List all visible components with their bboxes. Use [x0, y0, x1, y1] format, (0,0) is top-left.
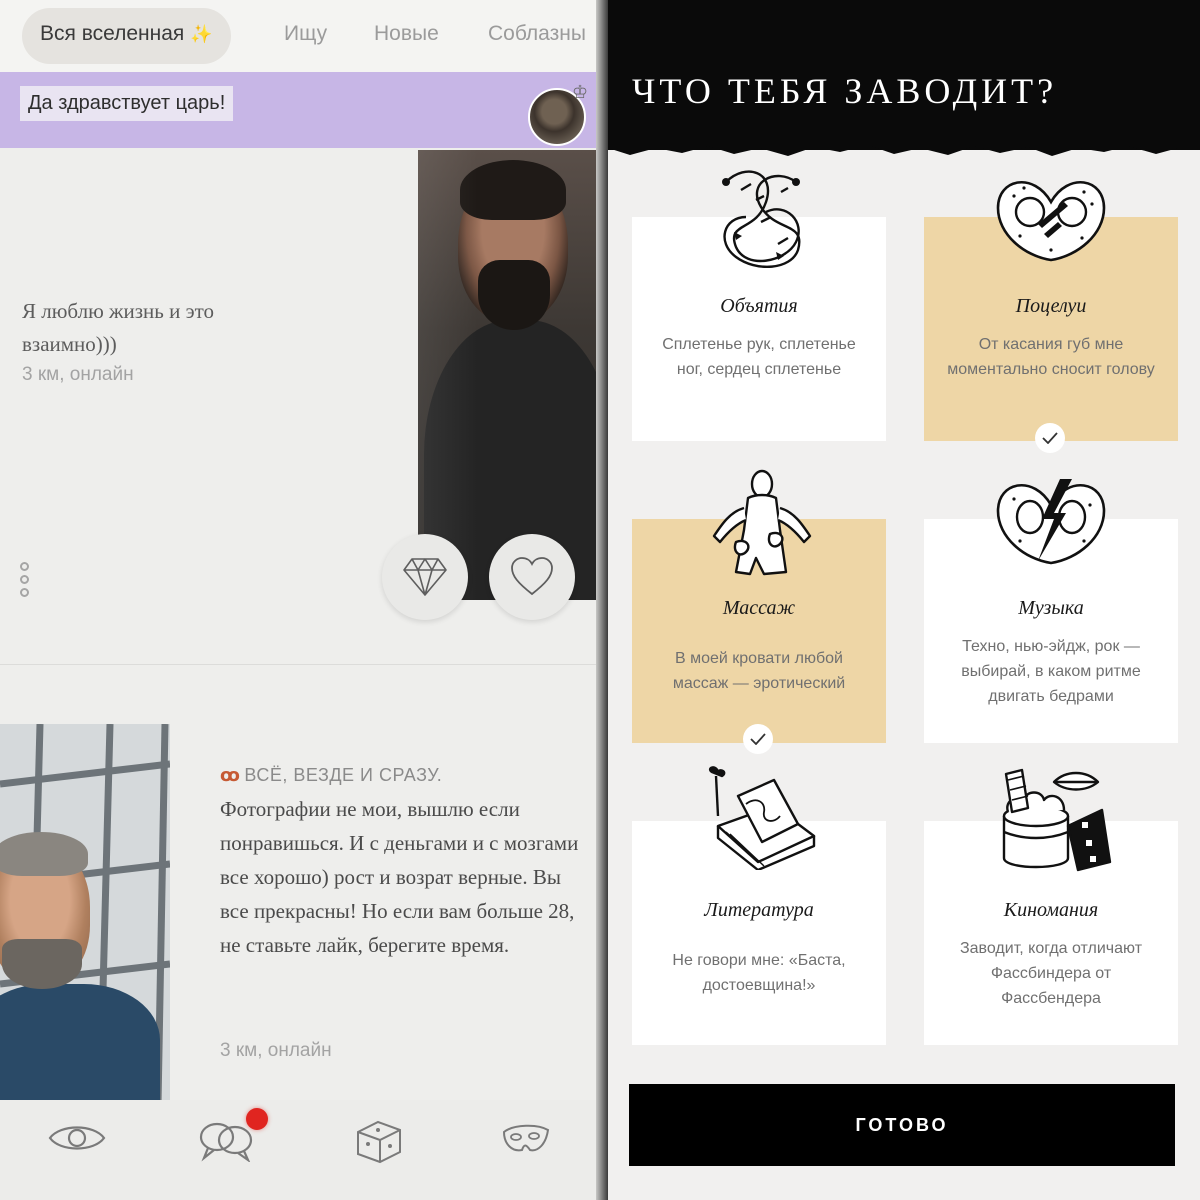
card-description: В моей кровати любой массаж — эротически… — [672, 650, 846, 692]
torn-edge — [608, 136, 1200, 156]
comet-icon: ✨ — [190, 24, 213, 44]
massage-figure-icon — [712, 469, 812, 576]
bottom-navigation — [0, 1100, 604, 1200]
card-description: Заводит, когда отличают Фассбиндера от Ф… — [959, 940, 1143, 1007]
card-title: Поцелуи — [1015, 295, 1087, 317]
checkmark-icon — [1035, 423, 1065, 453]
pretzel-icon — [996, 180, 1106, 262]
crown-icon: ♔ — [572, 82, 589, 102]
chat-bubbles-icon[interactable] — [198, 1120, 254, 1162]
profile-description: Я люблю жизнь и это взаимно))) — [22, 299, 215, 356]
book-icon — [708, 766, 816, 870]
profile-distance-status: 3 км, онлайн — [220, 1040, 332, 1061]
intertwined-snakes-icon — [722, 170, 801, 268]
profile-distance-status: 3 км, онлайн — [22, 364, 134, 385]
promo-banner[interactable]: Да здравствует царь! — [0, 72, 604, 148]
pretzel-icon: ꝏ — [220, 765, 241, 785]
card-description: Не говори мне: «Баста, достоевщина!» — [672, 952, 846, 994]
heart-icon — [511, 557, 553, 596]
pretzel-lightning-icon — [996, 479, 1106, 565]
card-title: Киномания — [1003, 899, 1099, 921]
phone-edge — [596, 0, 608, 1200]
card-title: Литература — [704, 899, 814, 921]
super-like-button[interactable] — [382, 534, 468, 620]
profile-description: ꝏ ВСЁ, ВЕЗДЕ И СРАЗУ. Фотографии не мои, … — [220, 765, 590, 962]
done-button[interactable]: ГОТОВО — [629, 1084, 1175, 1166]
checkmark-icon — [743, 724, 773, 754]
interests-screen: ЧТО ТЕБЯ ЗАВОДИТ? Объятия Сплетенье рук,… — [608, 0, 1200, 1200]
profile-heading: ВСЁ, ВЕЗДЕ И СРАЗУ. — [244, 765, 443, 785]
card-description: От касания губ мне моментально сносит го… — [947, 336, 1155, 378]
notification-badge — [246, 1108, 268, 1130]
tab-all-universe[interactable]: Вся вселенная ✨ — [22, 8, 231, 64]
card-title: Объятия — [720, 295, 798, 317]
feed-tabs: Вся вселенная ✨ Ищу Новые Соблазны — [0, 0, 604, 72]
tab-temptations[interactable]: Соблазны — [488, 22, 586, 46]
divider — [0, 664, 604, 665]
dice-icon[interactable] — [354, 1118, 404, 1164]
page-title: ЧТО ТЕБЯ ЗАВОДИТ? — [632, 71, 1058, 111]
mask-icon[interactable] — [500, 1122, 552, 1156]
like-button[interactable] — [489, 534, 575, 620]
popcorn-film-icon — [1002, 768, 1112, 872]
profile-photo[interactable] — [418, 150, 604, 600]
card-title: Музыка — [1018, 597, 1084, 619]
more-options-icon[interactable] — [20, 562, 34, 601]
profile-text: Фотографии не мои, вышлю если понравишьс… — [220, 797, 579, 957]
eye-icon[interactable] — [48, 1120, 106, 1156]
card-description: Сплетенье рук, сплетенье ног, сердец спл… — [662, 336, 856, 378]
tab-looking[interactable]: Ищу — [284, 22, 327, 46]
card-description: Техно, нью-эйдж, рок — выбирай, в каком … — [961, 638, 1141, 705]
profile-photo[interactable] — [0, 724, 170, 1104]
tab-new[interactable]: Новые — [374, 22, 439, 46]
dating-feed-screen: Вся вселенная ✨ Ищу Новые Соблазны Да здр… — [0, 0, 604, 1200]
card-title: Массаж — [722, 597, 796, 619]
diamond-icon — [403, 558, 447, 596]
banner-label: Да здравствует царь! — [20, 86, 234, 121]
